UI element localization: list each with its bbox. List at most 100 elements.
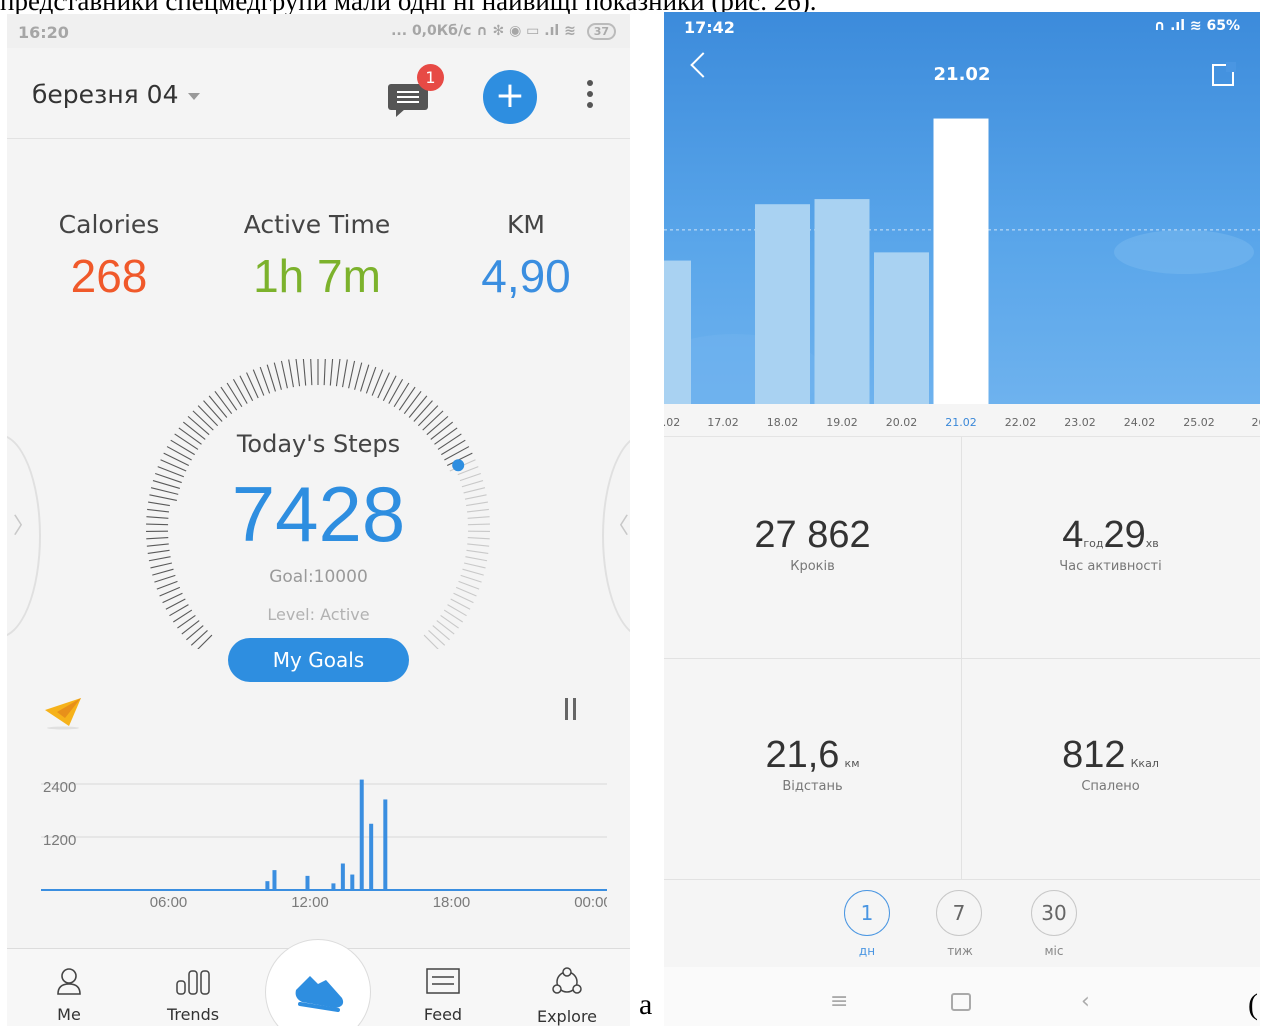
gauge-tick xyxy=(273,362,282,390)
status-time: 16:20 xyxy=(18,23,69,42)
metric-caption: Спалено xyxy=(1081,779,1140,794)
tab-trends[interactable]: Trends xyxy=(143,967,243,1024)
x-tick-label[interactable]: 24.02 xyxy=(1115,416,1165,429)
hourly-bar xyxy=(331,883,336,890)
metric-unit: км xyxy=(844,757,860,770)
gauge-tick xyxy=(232,378,248,404)
gauge-tick xyxy=(455,586,477,597)
metric-value: 812 xyxy=(1062,734,1126,776)
x-tick-label[interactable]: 17.02 xyxy=(698,416,748,429)
share-icon[interactable] xyxy=(1212,62,1236,86)
battery-icon: 37 xyxy=(586,23,616,40)
x-axis: .02 17.02 18.02 19.02 20.02 21.02 22.02 23.02 24… xyxy=(664,404,1260,437)
gauge-tick xyxy=(388,378,404,404)
x-tick-label[interactable]: 22.02 xyxy=(996,416,1046,429)
gauge-tick xyxy=(342,359,348,388)
metric-value: 21,6 xyxy=(765,734,840,776)
gauge-tick xyxy=(302,359,307,386)
period-day-label: дн xyxy=(858,944,876,958)
x-tick-label: 12:00 xyxy=(291,894,329,911)
stat-km: KM 4,90 xyxy=(426,210,626,303)
tab-explore[interactable]: Explore xyxy=(517,967,617,1026)
metric-caption: Час активності xyxy=(1059,559,1162,574)
tab-label: Me xyxy=(57,1005,81,1024)
x-tick-label[interactable]: 20.02 xyxy=(877,416,927,429)
status-bar: 16:20 ... 0,0Кб/с ∩ ✻ ◉ ▭ .ıl ≋ 37 xyxy=(7,14,630,48)
selected-day-bar xyxy=(933,118,989,404)
stat-label: KM xyxy=(507,210,545,239)
paper-plane-icon[interactable] xyxy=(43,694,87,730)
metric-unit: год xyxy=(1083,537,1104,550)
day-bar xyxy=(755,204,810,404)
period-week-button[interactable]: 7 xyxy=(936,890,982,936)
y-tick-label: 1200 xyxy=(43,832,76,849)
stat-value: 4,90 xyxy=(481,250,571,302)
gauge-tick xyxy=(323,359,326,386)
period-day-button[interactable]: 1 xyxy=(844,890,890,936)
add-button[interactable]: + xyxy=(483,70,537,124)
page-title: 21.02 xyxy=(933,64,991,85)
gauge-tick xyxy=(360,364,370,392)
gauge-tick xyxy=(280,360,288,389)
gauge-tick xyxy=(197,405,219,427)
gauge-tick xyxy=(408,395,428,418)
x-tick-label[interactable]: 25.02 xyxy=(1174,416,1224,429)
hourly-steps-chart: 2400 1200 06:00 12:00 18:00 00:00 xyxy=(41,779,607,911)
battery-level: 65% xyxy=(1206,18,1240,34)
tab-feed[interactable]: Feed xyxy=(393,967,493,1024)
menu-icon[interactable]: ≡ xyxy=(830,989,848,1014)
x-tick-label[interactable]: 18.02 xyxy=(758,416,808,429)
activity-level: Level: Active xyxy=(267,605,370,624)
gauge-tick xyxy=(239,375,254,401)
metric-unit-2: хв xyxy=(1145,537,1159,550)
gauge-tick xyxy=(329,359,334,386)
x-tick-label[interactable]: 21.02 xyxy=(936,416,986,429)
period-month-button[interactable]: 30 xyxy=(1031,890,1077,936)
tab-me[interactable]: Me xyxy=(19,967,119,1024)
x-tick-label: 06:00 xyxy=(150,894,188,911)
period-week-label: тиж xyxy=(947,944,973,958)
pause-icon[interactable] xyxy=(565,698,581,722)
figure-label-b: ( xyxy=(1248,988,1258,1021)
status-icons: ∩ .ıl ≋ xyxy=(1153,18,1207,34)
status-indicators: ∩ .ıl ≋ 65% xyxy=(1154,18,1240,34)
x-tick-label: 18:00 xyxy=(433,894,471,911)
metric-value: 27 862 xyxy=(754,514,871,556)
gauge-tick xyxy=(226,382,243,408)
gauge-tick xyxy=(295,359,301,387)
back-icon[interactable]: ‹ xyxy=(1081,989,1090,1014)
messages-button[interactable]: 1 xyxy=(388,64,444,117)
metric-steps: 27 862 Кроків xyxy=(664,514,961,735)
tab-label: Explore xyxy=(536,1007,598,1026)
gauge-tick xyxy=(220,386,238,411)
gauge-tick xyxy=(398,386,416,411)
x-tick-label[interactable]: 23.02 xyxy=(1055,416,1105,429)
stat-active-time: Active Time 1h 7m xyxy=(217,210,417,303)
hourly-bar xyxy=(369,823,374,890)
gauge-tick xyxy=(208,395,228,418)
x-tick-label[interactable]: .02 xyxy=(664,416,697,429)
metric-caption: Кроків xyxy=(790,559,835,574)
more-menu-icon[interactable] xyxy=(585,80,595,114)
tab-workout[interactable] xyxy=(265,939,371,1026)
x-tick-label[interactable]: 19.02 xyxy=(817,416,867,429)
gauge-tick xyxy=(203,400,223,422)
message-icon-tail xyxy=(396,109,405,117)
gauge-tick xyxy=(190,630,208,646)
home-icon[interactable] xyxy=(951,993,971,1011)
y-tick-label: 2400 xyxy=(43,779,76,796)
metric-calories: 812 Ккал Спалено xyxy=(962,734,1259,955)
date-selector[interactable]: березня 04 xyxy=(32,80,201,109)
x-tick-label[interactable]: 26 xyxy=(1234,416,1261,429)
gauge-tick xyxy=(335,359,341,387)
gauge-tick xyxy=(432,625,450,641)
steps-title: Today's Steps xyxy=(236,430,401,458)
gauge-tick xyxy=(348,360,356,389)
explore-icon xyxy=(552,967,582,994)
gauge-tick xyxy=(428,630,446,646)
left-phone-screen: 16:20 ... 0,0Кб/с ∩ ✻ ◉ ▭ .ıl ≋ 37 берез… xyxy=(7,14,630,1026)
notification-badge: 1 xyxy=(417,64,444,91)
metric-unit: Ккал xyxy=(1130,757,1159,770)
stat-value: 1h 7m xyxy=(253,250,381,302)
my-goals-button[interactable]: My Goals xyxy=(228,638,409,682)
